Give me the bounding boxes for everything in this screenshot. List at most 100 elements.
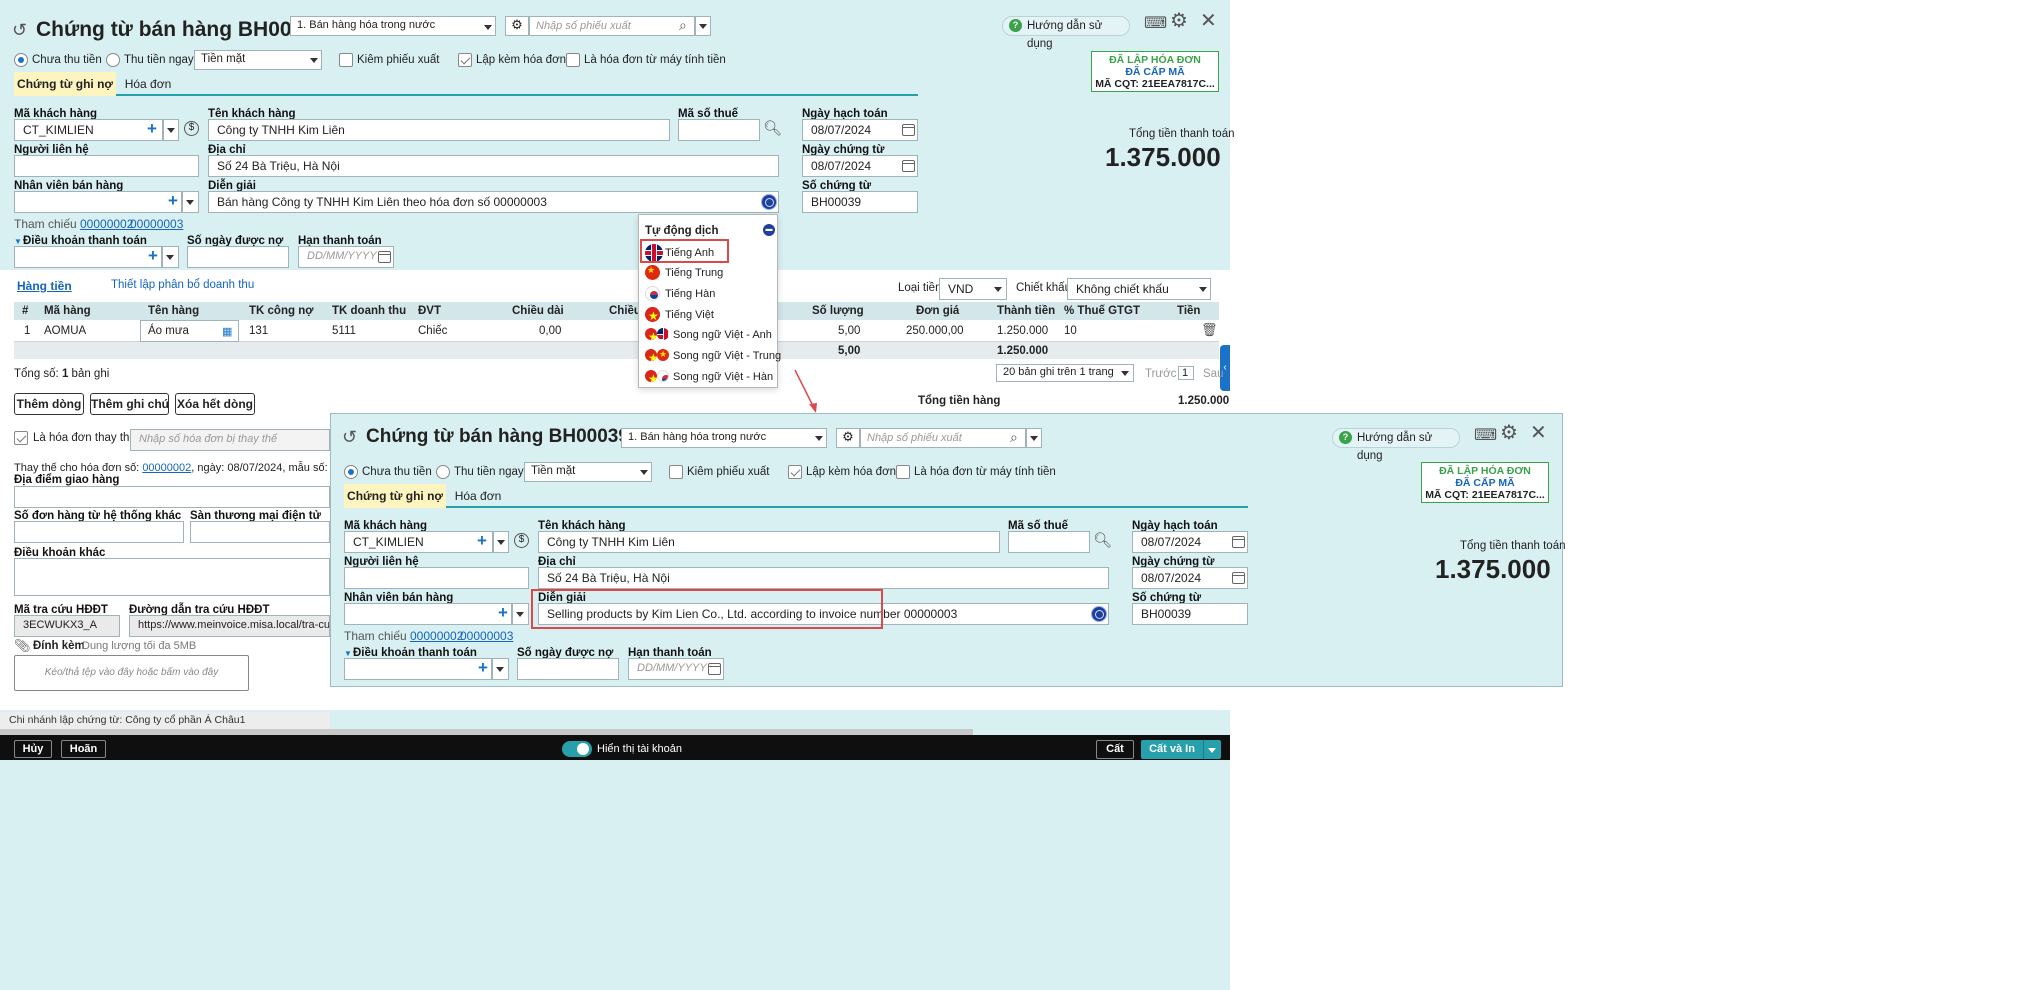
row-price[interactable]: 250.000,00 [906,325,964,337]
row-amount[interactable]: 1.250.000 [997,325,1048,337]
lookup-code-input[interactable]: 3ECWUKX3_A [14,615,120,637]
page-input[interactable]: 1 [1178,366,1194,380]
add-terms-icon[interactable]: + [478,659,488,676]
credit-days-input[interactable] [187,246,289,268]
paging-select[interactable]: 20 bản ghi trên 1 trang [996,364,1134,382]
next-page-button[interactable]: Sau [1203,368,1223,380]
tab-invoice[interactable]: Hóa đơn [446,484,510,508]
row-revenue-account[interactable]: 5111 [332,325,356,337]
payment-method-select[interactable]: Tiền mặt [524,462,652,482]
file-dropzone[interactable]: Kéo/thả tệp vào đây hoặc bấm vào đây [14,655,249,691]
search-icon[interactable]: ⌕ [679,17,687,33]
payment-terms-input[interactable] [344,658,492,680]
customer-name-input[interactable]: Công ty TNHH Kim Liên [208,119,670,141]
undo-button[interactable]: Hoãn [61,740,106,758]
export-slip-input[interactable]: Nhập số phiếu xuất [529,16,695,36]
cancel-button[interactable]: Hủy [14,740,52,758]
translate-item-vi-en[interactable]: Song ngữ Việt - Anh [643,328,775,347]
ecommerce-input[interactable] [190,521,330,543]
contact-input[interactable] [14,155,199,177]
paid-radio[interactable] [106,53,120,67]
translate-menu-collapse-icon[interactable]: ▬ [763,224,775,236]
sale-type-select[interactable]: 1. Bán hàng hóa trong nước [290,16,496,36]
trash-icon[interactable]: 🗑︎ [1201,322,1218,338]
gear-icon[interactable]: ⚙ [1170,11,1188,31]
reference-link-2[interactable]: 00000003 [130,217,183,231]
history-icon[interactable]: ↺ [342,428,357,446]
tab-goods[interactable]: Hàng tiền [17,279,72,293]
save-button[interactable]: Cất [1096,740,1134,759]
reference-link-1[interactable]: 00000002 [410,629,463,643]
translate-item-vietnamese[interactable]: Tiếng Việt [643,307,775,326]
calendar-icon[interactable] [378,251,391,263]
with-invoice-checkbox[interactable] [788,465,802,479]
close-icon[interactable]: ✕ [1530,423,1547,443]
add-terms-icon[interactable]: + [148,247,158,264]
description-input[interactable]: Bán hàng Công ty TNHH Kim Liên theo hóa … [208,191,779,213]
check-export-checkbox[interactable] [339,53,353,67]
tab-revenue-allocation[interactable]: Thiết lập phân bổ doanh thu [111,279,254,291]
add-customer-icon[interactable]: + [477,532,487,549]
posting-date-input[interactable]: 08/07/2024 [1132,531,1248,553]
with-invoice-checkbox[interactable] [458,53,472,67]
translate-item-vi-kr[interactable]: Song ngữ Việt - Hàn [643,370,775,389]
row-qty[interactable]: 5,00 [838,325,860,337]
collapse-icon[interactable]: ▼ [14,237,22,246]
add-note-button[interactable]: Thêm ghi chú [90,393,169,415]
close-icon[interactable]: ✕ [1200,11,1217,31]
history-icon[interactable]: ↺ [12,21,27,39]
tab-debit-voucher[interactable]: Chứng từ ghi nợ [14,72,116,96]
address-input[interactable]: Số 24 Bà Triệu, Hà Nội [538,567,1109,589]
unpaid-radio[interactable] [344,465,358,479]
add-row-button[interactable]: Thêm dòng [14,393,84,415]
row-vat[interactable]: 10 [1064,325,1077,337]
gear-icon[interactable]: ⚙ [1500,423,1518,443]
lookup-url-input[interactable]: https://www.meinvoice.misa.local/tra-cuu… [129,615,330,637]
salesperson-input[interactable] [14,191,182,213]
voucher-date-input[interactable]: 08/07/2024 [802,155,918,177]
add-salesperson-icon[interactable]: + [168,192,178,209]
delivery-input[interactable] [14,486,330,508]
customer-code-input[interactable]: CT_KIMLIEN [344,531,493,553]
address-input[interactable]: Số 24 Bà Triệu, Hà Nội [208,155,779,177]
reference-link-2[interactable]: 00000003 [460,629,513,643]
collapse-icon[interactable]: ▼ [344,649,352,658]
calendar-icon[interactable] [708,663,721,675]
cash-register-checkbox[interactable] [896,465,910,479]
translate-globe-icon[interactable] [1091,606,1107,622]
tax-lookup-icon[interactable]: 🔍︎ [763,121,782,137]
posting-date-input[interactable]: 08/07/2024 [802,119,918,141]
credit-days-input[interactable] [517,658,619,680]
calendar-icon[interactable] [1232,536,1245,548]
check-export-checkbox[interactable] [669,465,683,479]
tab-debit-voucher[interactable]: Chứng từ ghi nợ [344,484,446,508]
calendar-icon[interactable] [902,160,915,172]
keyboard-icon[interactable]: ⌨ [1144,16,1167,32]
calendar-icon[interactable] [1232,572,1245,584]
payment-terms-input[interactable] [14,246,162,268]
replace-invoice-checkbox[interactable] [14,431,28,445]
discount-select[interactable]: Không chiết khấu [1067,278,1211,300]
delete-all-button[interactable]: Xóa hết dòng [175,393,255,415]
row-unit[interactable]: Chiếc [418,325,447,337]
replace-for-invoice-link[interactable]: 00000002 [142,462,191,474]
settings-small-button[interactable]: ⚙ [505,16,529,36]
replace-invoice-input[interactable]: Nhập số hóa đơn bị thay thế [130,429,330,451]
row-debt-account[interactable]: 131 [249,325,268,337]
tab-invoice[interactable]: Hóa đơn [116,72,180,96]
settings-small-button[interactable]: ⚙ [836,428,860,448]
add-customer-icon[interactable]: + [147,120,157,137]
paid-radio[interactable] [436,465,450,479]
tax-code-input[interactable] [1008,531,1090,553]
save-print-button[interactable]: Cất và In [1141,740,1203,759]
prev-page-button[interactable]: Trước [1145,368,1176,380]
sale-type-select[interactable]: 1. Bán hàng hóa trong nước [621,428,827,448]
voucher-date-input[interactable]: 08/07/2024 [1132,567,1248,589]
translate-item-vi-cn[interactable]: Song ngữ Việt - Trung [643,349,781,368]
translate-item-chinese[interactable]: Tiếng Trung [643,265,775,284]
reference-link-1[interactable]: 00000002 [80,217,133,231]
unpaid-radio[interactable] [14,53,28,67]
row-code[interactable]: AOMUA [44,325,86,337]
translate-globe-icon[interactable] [761,194,777,210]
calendar-icon[interactable] [902,124,915,136]
